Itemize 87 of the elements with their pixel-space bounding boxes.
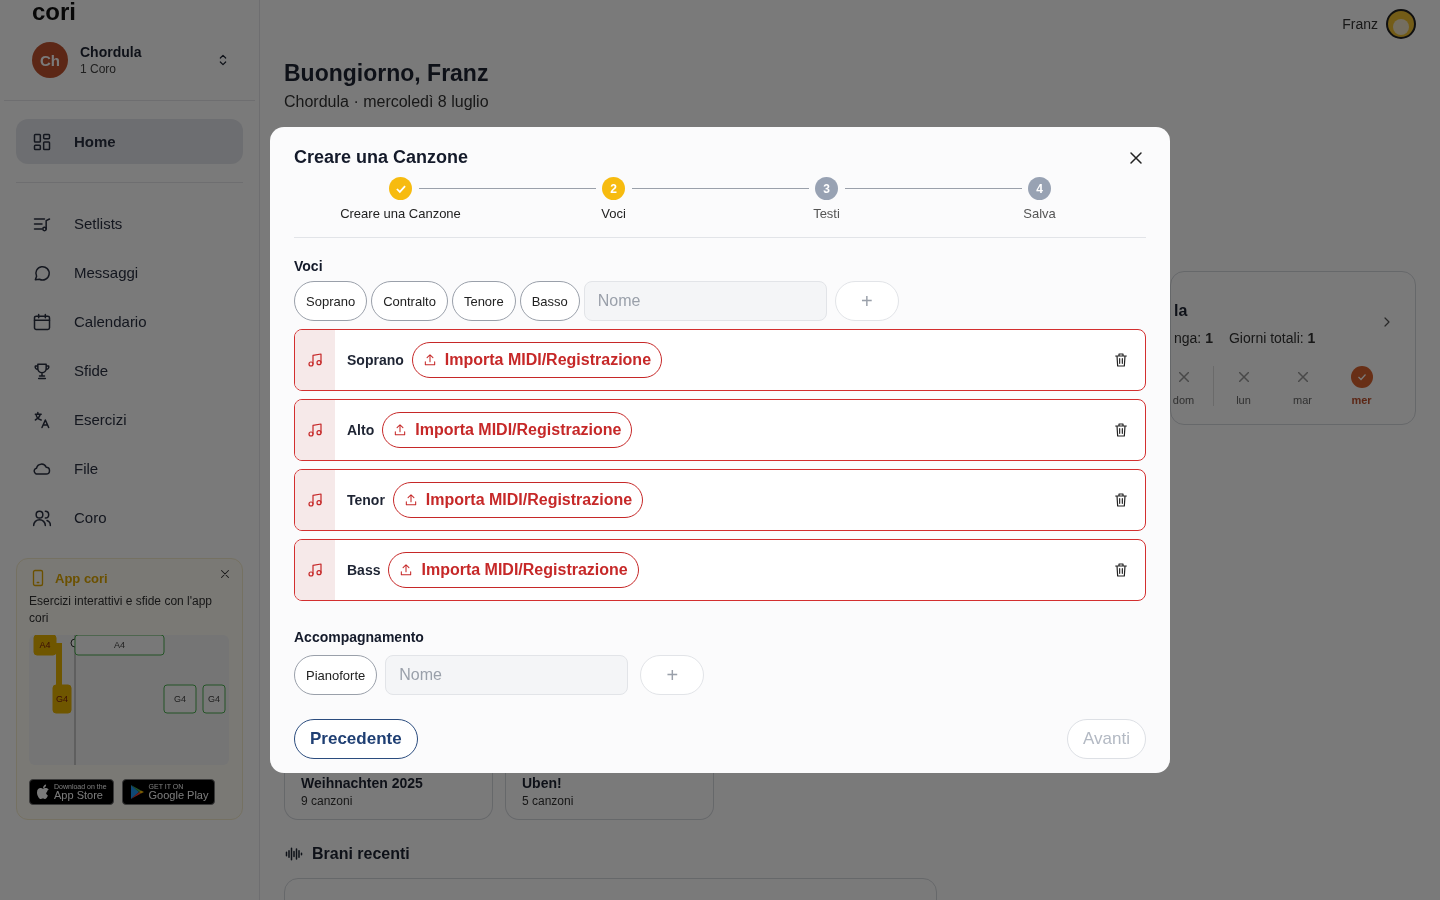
user-name: Franz <box>1342 16 1378 32</box>
section-title: Accompagnamento <box>294 629 425 645</box>
sidebar-item[interactable]: Esercizi <box>16 397 243 442</box>
streak-stat: Giorni totali: 1 <box>1228 330 1316 346</box>
section-title: Voci <box>294 258 324 274</box>
note-block: A4 <box>33 635 57 656</box>
sidebar-item[interactable]: Sfide <box>16 348 243 393</box>
setlist-title: Uben! <box>522 775 563 791</box>
step-number: 3 <box>815 177 838 200</box>
voice-name: Tenor <box>347 492 385 508</box>
voice-chip[interactable]: Contralto <box>371 281 448 321</box>
previous-button[interactable]: Precedente <box>294 719 418 759</box>
trash-icon <box>1113 352 1129 368</box>
delete-button[interactable] <box>1113 562 1129 578</box>
instrument-chip[interactable]: Pianoforte <box>294 655 378 695</box>
import-button[interactable]: Importa MIDI/Registrazione <box>388 552 639 588</box>
voice-name: Alto <box>347 422 375 438</box>
voice-name: Soprano <box>347 352 404 368</box>
sidebar-item[interactable]: File <box>16 446 243 491</box>
sidebar-item[interactable]: Messaggi <box>16 250 243 295</box>
dashboard-icon <box>32 131 52 152</box>
trash-icon <box>1113 562 1129 578</box>
upload-icon <box>403 493 418 507</box>
music-note-icon <box>307 422 323 438</box>
music-note-icon <box>307 492 323 508</box>
voice-chip[interactable]: Basso <box>519 281 580 321</box>
delete-button[interactable] <box>1113 422 1129 438</box>
sidebar-item[interactable]: Coro <box>16 495 243 540</box>
trash-icon <box>1113 492 1129 508</box>
upload-icon <box>393 423 408 437</box>
delete-button[interactable] <box>1113 352 1129 368</box>
translate-icon <box>32 409 52 430</box>
app-logo: cori <box>32 0 77 24</box>
step-label: Salva <box>1023 206 1056 221</box>
day-label: dom <box>1172 394 1195 406</box>
step-label: Testi <box>813 206 840 221</box>
waveform-icon <box>284 844 304 864</box>
music-note-icon <box>307 352 323 368</box>
delete-button[interactable] <box>1113 492 1129 508</box>
voice-chip[interactable]: Tenore <box>451 281 516 321</box>
apple-icon <box>36 784 50 800</box>
choir-count: 1 Coro <box>80 62 118 76</box>
promo-title: App cori <box>55 570 108 586</box>
sidebar-item[interactable]: Home <box>16 119 243 164</box>
greeting-title: Buongiorno, Franz <box>284 60 490 87</box>
import-button[interactable]: Importa MIDI/Registrazione <box>392 482 644 518</box>
user-avatar[interactable] <box>1386 9 1416 39</box>
upload-icon <box>399 563 414 577</box>
day-label: mer <box>1351 394 1372 406</box>
choir-avatar: Ch <box>32 42 68 78</box>
import-button[interactable]: Importa MIDI/Registrazione <box>411 342 663 378</box>
name-field[interactable]: Nome <box>583 281 827 321</box>
trash-icon <box>1113 422 1129 438</box>
note-block: G4 <box>163 684 197 714</box>
add-button[interactable]: + <box>834 281 899 321</box>
song-count: 5 canzoni <box>522 794 575 808</box>
step-label: Voci <box>601 206 626 221</box>
step-number: 4 <box>1028 177 1051 200</box>
step-label: Creare una Canzone <box>340 206 461 221</box>
day-label: mar <box>1293 394 1312 406</box>
import-button[interactable]: Importa MIDI/Registrazione <box>382 412 633 448</box>
voice-name: Bass <box>347 562 381 578</box>
dialog-title: Creare una Canzone <box>294 147 469 168</box>
note-block: G4 <box>202 684 226 714</box>
setlist-title: Weihnachten 2025 <box>301 775 424 791</box>
name-field[interactable]: Nome <box>385 655 629 695</box>
choir-name: Chordula <box>80 44 143 60</box>
note-block: A4 <box>74 635 165 656</box>
step-number: 2 <box>602 177 625 200</box>
day-label: lun <box>1236 394 1251 406</box>
streak-title: la <box>1174 302 1189 320</box>
note-block: G4 <box>52 684 72 714</box>
play-store-icon <box>128 784 145 800</box>
song-count: 9 canzoni <box>301 794 354 808</box>
music-note-icon <box>307 562 323 578</box>
step-check-icon <box>389 177 412 200</box>
upload-icon <box>422 353 437 367</box>
voice-chip[interactable]: Soprano <box>294 281 368 321</box>
close-icon <box>218 567 232 581</box>
section-title: Brani recenti <box>312 845 410 863</box>
add-button[interactable]: + <box>640 655 705 695</box>
promo-text: Esercizi interattivi e sfide con l'app cori <box>29 593 214 627</box>
calendar-icon <box>32 311 52 332</box>
sidebar-item[interactable]: Calendario <box>16 299 243 344</box>
streak-stat: nga: 1 <box>1174 330 1213 346</box>
sidebar-item[interactable]: Setlists <box>16 201 243 246</box>
greeting-subtitle: Chordula · mercoledì 8 luglio <box>284 93 490 111</box>
